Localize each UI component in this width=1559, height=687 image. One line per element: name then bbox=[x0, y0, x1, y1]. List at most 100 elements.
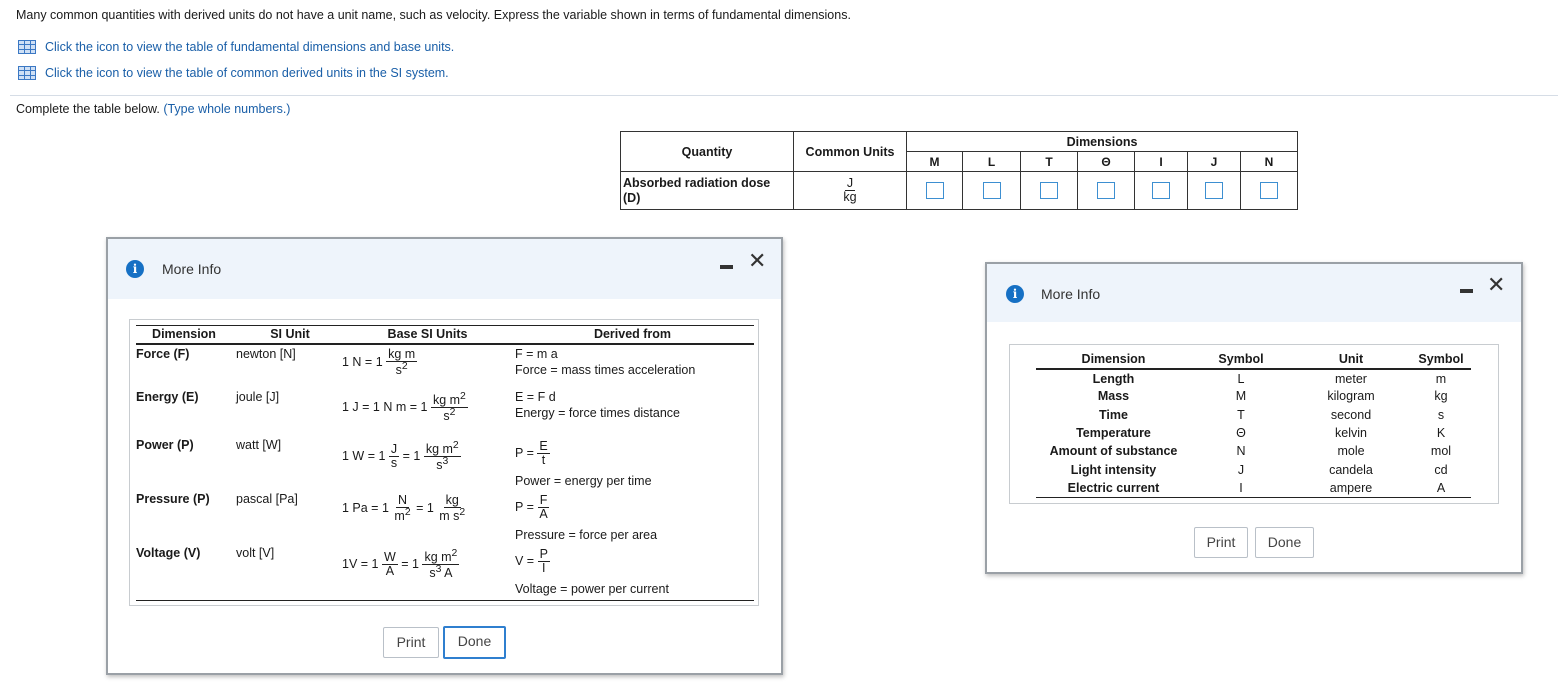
symbol-cell: J bbox=[1237, 462, 1245, 477]
cell-M bbox=[906, 171, 963, 210]
minimize-icon[interactable] bbox=[720, 265, 733, 269]
table-top-rule bbox=[136, 325, 754, 326]
print-button[interactable]: Print bbox=[1194, 527, 1248, 558]
unit-cell: ampere bbox=[1291, 478, 1411, 498]
close-icon[interactable]: ✕ bbox=[748, 250, 766, 272]
row-dimension: Power (P) bbox=[136, 438, 194, 452]
divider bbox=[10, 95, 1558, 96]
dialog-title: More Info bbox=[162, 261, 222, 277]
exponent-input-N[interactable] bbox=[1260, 182, 1278, 199]
units-cell: J kg bbox=[793, 171, 907, 210]
info-icon: i bbox=[1006, 285, 1024, 303]
link-label[interactable]: Click the icon to view the table of comm… bbox=[45, 66, 449, 80]
row-si-unit: newton [N] bbox=[236, 347, 296, 361]
col-base-si-units: Base SI Units bbox=[387, 327, 468, 341]
table-row: Length L meter m bbox=[1036, 369, 1471, 387]
exponent-input-I[interactable] bbox=[1152, 182, 1170, 199]
dimension-cell: Mass bbox=[1097, 389, 1130, 404]
dim-header-L: L bbox=[962, 151, 1021, 172]
header-quantity: Quantity bbox=[620, 131, 794, 172]
col-derived-from: Derived from bbox=[593, 327, 672, 341]
derived-description: Pressure = force per area bbox=[515, 528, 658, 542]
cell-L bbox=[962, 171, 1021, 210]
derived-equation: P = FA bbox=[515, 493, 550, 522]
exponent-input-L[interactable] bbox=[982, 182, 1001, 199]
unit-symbol-cell: s bbox=[1437, 407, 1445, 422]
row-si-unit: joule [J] bbox=[236, 390, 280, 404]
dimension-cell: Amount of substance bbox=[1049, 444, 1178, 459]
quantity-cell: Absorbed radiation dose (D) bbox=[620, 171, 794, 210]
derived-equation: P = Et bbox=[515, 439, 550, 468]
link-label[interactable]: Click the icon to view the table of fund… bbox=[45, 40, 454, 54]
exponent-input-theta[interactable] bbox=[1097, 182, 1115, 199]
fundamental-dimensions-link[interactable]: Click the icon to view the table of fund… bbox=[18, 40, 454, 54]
dim-header-J: J bbox=[1187, 151, 1241, 172]
cell-N bbox=[1240, 171, 1298, 210]
instruction-hint: (Type whole numbers.) bbox=[163, 102, 291, 116]
instruction-text: Complete the table below. bbox=[16, 102, 160, 116]
dimension-cell: Light intensity bbox=[1070, 462, 1157, 477]
table-icon[interactable] bbox=[18, 40, 36, 54]
symbol-cell: M bbox=[1235, 389, 1247, 404]
dimension-cell: Electric current bbox=[1036, 478, 1191, 498]
table-row: Mass M kilogram kg bbox=[1036, 387, 1471, 405]
row-si-unit: volt [V] bbox=[236, 546, 275, 560]
done-button[interactable]: Done bbox=[1255, 527, 1314, 558]
close-icon[interactable]: ✕ bbox=[1487, 274, 1505, 296]
col-unit: Unit bbox=[1291, 349, 1411, 370]
derived-units-link[interactable]: Click the icon to view the table of comm… bbox=[18, 66, 449, 80]
done-button[interactable]: Done bbox=[443, 626, 506, 659]
cell-J bbox=[1187, 171, 1241, 210]
header-dimensions: Dimensions bbox=[906, 131, 1298, 152]
table-row: Electric current I ampere A bbox=[1036, 478, 1471, 498]
derived-description: Voltage = power per current bbox=[515, 582, 669, 596]
table-row: Time T second s bbox=[1036, 406, 1471, 424]
unit-cell: mole bbox=[1337, 444, 1365, 459]
table-icon[interactable] bbox=[18, 66, 36, 80]
unit-fraction: J kg bbox=[841, 176, 858, 204]
info-icon: i bbox=[126, 260, 144, 278]
unit-cell: second bbox=[1330, 407, 1372, 422]
cell-I bbox=[1134, 171, 1188, 210]
symbol-cell: Θ bbox=[1236, 426, 1246, 441]
quantity-name: Absorbed radiation dose bbox=[623, 175, 771, 190]
table-row: Amount of substance N mole mol bbox=[1036, 442, 1471, 460]
table-bottom-rule bbox=[136, 600, 754, 601]
dimension-cell: Temperature bbox=[1076, 426, 1151, 441]
base-units-expression: 1V = 1 WA = 1 kg m2 s3 A bbox=[342, 548, 460, 581]
unit-symbol-cell: m bbox=[1435, 371, 1447, 386]
col-si-unit: SI Unit bbox=[270, 327, 310, 341]
row-dimension: Voltage (V) bbox=[136, 546, 201, 560]
fundamental-table: Dimension Symbol Unit Symbol Length L me… bbox=[1036, 349, 1471, 498]
base-units-expression: 1 Pa = 1 Nm2 = 1 kg m s2 bbox=[342, 493, 466, 524]
dim-header-T: T bbox=[1020, 151, 1078, 172]
derived-equation: E = F d bbox=[515, 390, 556, 404]
cell-T bbox=[1020, 171, 1078, 210]
symbol-cell: T bbox=[1237, 407, 1245, 422]
derived-description: Energy = force times distance bbox=[515, 406, 681, 420]
unit-symbol-cell: cd bbox=[1434, 462, 1448, 477]
col-dimension: Dimension bbox=[152, 327, 216, 341]
exponent-input-T[interactable] bbox=[1040, 182, 1058, 199]
unit-cell: meter bbox=[1335, 371, 1367, 386]
exponent-input-J[interactable] bbox=[1205, 182, 1223, 199]
unit-cell: kilogram bbox=[1327, 389, 1375, 404]
table-row: Light intensity J candela cd bbox=[1036, 460, 1471, 478]
col-unit-symbol: Symbol bbox=[1411, 349, 1471, 370]
unit-denominator: kg bbox=[843, 190, 857, 204]
unit-cell: candela bbox=[1329, 462, 1373, 477]
dimension-cell: Length bbox=[1092, 371, 1135, 386]
col-symbol: Symbol bbox=[1191, 349, 1291, 370]
derived-equation: F = m a bbox=[515, 347, 558, 361]
dim-header-M: M bbox=[906, 151, 963, 172]
derived-equation: V = PI bbox=[515, 547, 550, 576]
row-dimension: Force (F) bbox=[136, 347, 190, 361]
print-button[interactable]: Print bbox=[383, 627, 439, 658]
exponent-input-M[interactable] bbox=[925, 182, 944, 199]
instruction: Complete the table below. (Type whole nu… bbox=[16, 102, 290, 116]
quantity-symbol: (D) bbox=[623, 190, 641, 205]
cell-theta bbox=[1077, 171, 1135, 210]
header-common-units: Common Units bbox=[793, 131, 907, 172]
answer-table: Quantity Common Units Dimensions M L T Θ… bbox=[620, 131, 1298, 210]
minimize-icon[interactable] bbox=[1460, 289, 1473, 293]
